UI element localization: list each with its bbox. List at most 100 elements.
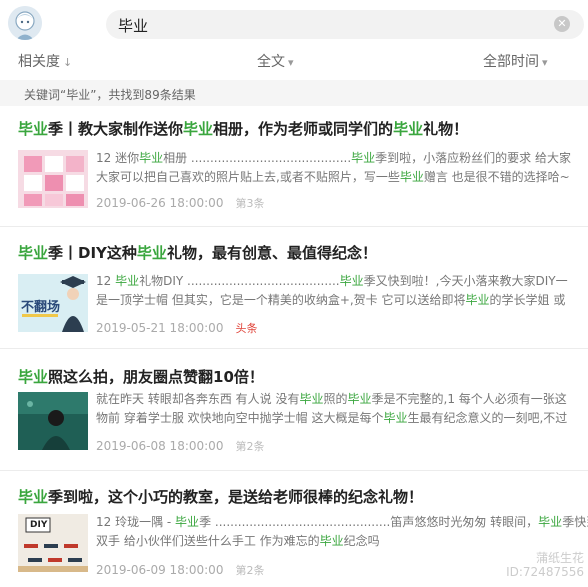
search-input[interactable]: 毕业 <box>118 15 148 36</box>
snippet-line: 12 毕业礼物DIY .............................… <box>96 272 588 291</box>
avatar-image <box>8 6 42 40</box>
snippet-text: 季 ......................................… <box>199 515 539 529</box>
thumbnail[interactable] <box>18 392 88 450</box>
filter-relevance[interactable]: 相关度 ↓ <box>18 51 72 71</box>
chevron-down-icon: ▾ <box>288 56 294 69</box>
title-text: 照这么拍，朋友圈点赞翻10倍！ <box>48 368 264 386</box>
result-meta: 2019-06-26 18:00:00 第3条 <box>96 195 264 211</box>
result-count-text: 关键词“毕业”，共找到89条结果 <box>24 88 196 102</box>
watermark-id: ID:72487556 <box>506 565 584 579</box>
result-title[interactable]: 毕业季丨教大家制作送你毕业相册，作为老师或同学们的毕业礼物！ <box>18 118 468 139</box>
title-text: 相册，作为老师或同学们的 <box>213 120 394 138</box>
filter-time-label: 全部时间 <box>483 54 539 70</box>
title-text: 礼物，最有创意、最值得纪念！ <box>166 244 377 262</box>
classroom-thumbnail <box>18 514 88 572</box>
keyword-highlight: 毕业 <box>319 534 344 548</box>
keyword-highlight: 毕业 <box>538 515 563 529</box>
snippet-line: 12 迷你毕业相册 ..............................… <box>96 149 588 168</box>
keyword-highlight: 毕业 <box>339 274 364 288</box>
keyword-highlight: 毕业 <box>465 293 490 307</box>
divider <box>0 470 588 471</box>
chevron-down-icon: ▾ <box>542 56 548 69</box>
filter-relevance-label: 相关度 <box>18 54 60 70</box>
snippet-line: 就在昨天 转眼却各奔东西 有人说 没有毕业照的毕业季是不完整的,1 每个人必须有… <box>96 390 588 409</box>
keyword-highlight: 毕业 <box>136 244 167 262</box>
keyword-highlight: 毕业 <box>399 170 424 184</box>
title-text: 礼物！ <box>423 120 469 138</box>
result-date: 2019-06-26 18:00:00 <box>96 196 224 210</box>
snippet-text: 12 迷你 <box>96 151 140 165</box>
keyword-highlight: 毕业 <box>347 392 372 406</box>
result-meta: 2019-05-21 18:00:00 头条 <box>96 320 257 336</box>
snippet-text: 就在昨天 转眼却各奔东西 有人说 没有 <box>96 392 300 406</box>
thumbnail-caption: 不翻场 <box>21 300 61 315</box>
keyword-highlight: 毕业 <box>18 488 49 506</box>
keyword-highlight: 毕业 <box>183 120 214 138</box>
keyword-highlight: 毕业 <box>139 151 164 165</box>
result-meta: 2019-06-09 18:00:00 第2条 <box>96 562 264 578</box>
result-source: 头条 <box>235 322 258 335</box>
snippet-line: 大家可以把自己喜欢的照片贴上去,或者不贴照片，写一些毕业赠言 也是很不错的选择哈… <box>96 168 588 187</box>
keyword-highlight: 毕业 <box>18 244 49 262</box>
search-bar[interactable]: 毕业 ✕ <box>106 10 584 39</box>
photo-album-thumbnail <box>18 150 88 208</box>
filter-time[interactable]: 全部时间 ▾ <box>483 51 548 71</box>
result-meta: 2019-06-08 18:00:00 第2条 <box>96 438 264 454</box>
keyword-highlight: 毕业 <box>175 515 200 529</box>
watermark: 蒲纸生花 ID:72487556 <box>506 551 584 579</box>
list-item[interactable]: 毕业季到啦，这个小巧的教室，是送给老师很棒的纪念礼物！ DIY 12 玲珑一隅 … <box>0 486 588 587</box>
snippet-text: 12 玲珑一隅 - <box>96 515 176 529</box>
result-source: 第2条 <box>235 440 265 453</box>
watermark-name: 蒲纸生花 <box>535 551 584 565</box>
snippet-text: 12 <box>96 274 116 288</box>
snippet-text: 季到啦，小落应粉丝们的要求 给大家 <box>375 151 571 165</box>
list-item[interactable]: 毕业季丨教大家制作送你毕业相册，作为老师或同学们的毕业礼物！ 12 迷你毕业相册… <box>0 118 588 220</box>
snippet-text: 物前 穿着学士服 欢快地向空中抛学士帽 这大概是每个 <box>96 411 384 425</box>
result-title[interactable]: 毕业季到啦，这个小巧的教室，是送给老师很棒的纪念礼物！ <box>18 486 423 507</box>
snippet-text: 季是不完整的,1 每个人必须有一张这 <box>371 392 567 406</box>
result-summary: 关键词“毕业”，共找到89条结果 <box>0 80 588 106</box>
result-date: 2019-05-21 18:00:00 <box>96 321 224 335</box>
snippet-text: 双手 给小伙伴们送些什么手工 作为难忘的 <box>96 534 320 548</box>
title-text: 季丨教大家制作送你 <box>48 120 184 138</box>
sort-down-icon: ↓ <box>63 56 73 69</box>
keyword-highlight: 毕业 <box>115 274 140 288</box>
title-text: 季丨DIY这种 <box>48 244 137 262</box>
filter-fulltext[interactable]: 全文 ▾ <box>257 51 294 71</box>
snippet-text: 赠言 也是很不错的选择哈~ <box>423 170 570 184</box>
divider <box>0 348 588 349</box>
filter-bar: 相关度 ↓ 全文 ▾ 全部时间 ▾ <box>0 44 588 74</box>
filter-fulltext-label: 全文 <box>257 54 285 70</box>
snippet-text: 大家可以把自己喜欢的照片贴上去,或者不贴照片，写一些 <box>96 170 400 184</box>
result-source: 第3条 <box>235 197 265 210</box>
snippet-text: 礼物DIY ..................................… <box>139 274 340 288</box>
thumbnail[interactable]: 不翻场 <box>18 274 88 332</box>
avatar[interactable] <box>8 6 42 40</box>
snippet-text: 照的 <box>323 392 348 406</box>
snippet-line: 12 玲珑一隅 - 毕业季 ..........................… <box>96 513 588 532</box>
result-source: 第2条 <box>235 564 265 577</box>
result-date: 2019-06-08 18:00:00 <box>96 439 224 453</box>
list-item[interactable]: 毕业季丨DIY这种毕业礼物，最有创意、最值得纪念！ 不翻场 12 毕业礼物DIY… <box>0 242 588 342</box>
divider <box>0 226 588 227</box>
result-date: 2019-06-09 18:00:00 <box>96 563 224 577</box>
keyword-highlight: 毕业 <box>383 411 408 425</box>
photo-thumbnail <box>18 392 88 450</box>
keyword-highlight: 毕业 <box>18 120 49 138</box>
snippet-line: 是一顶学士帽 但其实，它是一个精美的收纳盒+,贺卡 它可以送给即将毕业的学长学姐… <box>96 291 588 310</box>
title-text: 季到啦，这个小巧的教室，是送给老师很棒的纪念礼物！ <box>48 488 424 506</box>
clear-icon[interactable]: ✕ <box>554 16 570 32</box>
snippet-text: 的学长学姐 或 <box>489 293 566 307</box>
thumbnail[interactable]: DIY <box>18 514 88 572</box>
snippet-text: 相册 .....................................… <box>163 151 352 165</box>
snippet-line: 双手 给小伙伴们送些什么手工 作为难忘的毕业纪念吗 <box>96 532 588 551</box>
thumbnail-caption: DIY <box>30 520 48 530</box>
thumbnail[interactable] <box>18 150 88 208</box>
header: 毕业 ✕ <box>0 0 588 44</box>
snippet-text: 是一顶学士帽 但其实，它是一个精美的收纳盒+,贺卡 它可以送给即将 <box>96 293 466 307</box>
result-title[interactable]: 毕业照这么拍，朋友圈点赞翻10倍！ <box>18 366 264 387</box>
keyword-highlight: 毕业 <box>299 392 324 406</box>
snippet-text: 生最有纪念意义的一刻吧,不过 <box>407 411 568 425</box>
list-item[interactable]: 毕业照这么拍，朋友圈点赞翻10倍！ 就在昨天 转眼却各奔东西 有人说 没有毕业照… <box>0 366 588 466</box>
result-title[interactable]: 毕业季丨DIY这种毕业礼物，最有创意、最值得纪念！ <box>18 242 377 263</box>
